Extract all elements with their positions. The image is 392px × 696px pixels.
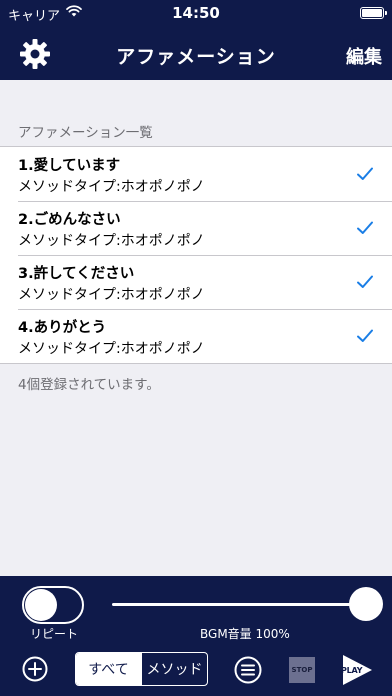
item-method-type: メソッドタイプ:ホオポノポノ bbox=[18, 287, 205, 303]
list-item[interactable]: 4.ありがとう メソッドタイプ:ホオポノポノ bbox=[0, 309, 392, 363]
page-title: アファメーション bbox=[116, 46, 276, 68]
item-title: 4.ありがとう bbox=[18, 320, 107, 336]
segment-method[interactable]: メソッド bbox=[141, 653, 207, 685]
item-method-type: メソッドタイプ:ホオポノポノ bbox=[18, 179, 205, 195]
list-item[interactable]: 1.愛しています メソッドタイプ:ホオポノポノ bbox=[0, 147, 392, 201]
player-bar: リピート BGM音量 100% すべて メソッド STOP PLAY bbox=[0, 576, 392, 696]
list-menu-icon[interactable] bbox=[234, 656, 262, 684]
list-item[interactable]: 2.ごめんなさい メソッドタイプ:ホオポノポノ bbox=[0, 201, 392, 255]
volume-label: BGM音量 100% bbox=[200, 627, 290, 641]
item-title: 3.許してください bbox=[18, 266, 135, 282]
segment-all[interactable]: すべて bbox=[76, 653, 141, 685]
play-button[interactable]: PLAY bbox=[341, 654, 373, 686]
list-item[interactable]: 3.許してください メソッドタイプ:ホオポノポノ bbox=[0, 255, 392, 309]
checkmark-icon bbox=[357, 167, 373, 180]
repeat-toggle[interactable] bbox=[22, 586, 84, 624]
repeat-label: リピート bbox=[30, 627, 79, 641]
item-method-type: メソッドタイプ:ホオポノポノ bbox=[18, 341, 205, 357]
item-title: 2.ごめんなさい bbox=[18, 212, 121, 228]
volume-slider-thumb[interactable] bbox=[349, 587, 383, 621]
add-icon[interactable] bbox=[22, 656, 48, 682]
status-bar: キャリア 14:50 bbox=[0, 0, 392, 28]
play-label: PLAY bbox=[341, 666, 363, 675]
item-method-type: メソッドタイプ:ホオポノポノ bbox=[18, 233, 205, 249]
checkmark-icon bbox=[357, 329, 373, 342]
section-header: アファメーション一覧 bbox=[18, 125, 153, 141]
filter-segmented-control: すべて メソッド bbox=[75, 652, 208, 686]
toggle-knob bbox=[25, 589, 57, 621]
item-count-text: 4個登録されています。 bbox=[18, 377, 160, 393]
affirmation-list: 1.愛しています メソッドタイプ:ホオポノポノ 2.ごめんなさい メソッドタイプ… bbox=[0, 146, 392, 364]
item-title: 1.愛しています bbox=[18, 158, 121, 174]
volume-slider[interactable] bbox=[112, 603, 352, 606]
stop-button[interactable]: STOP bbox=[289, 657, 315, 683]
nav-bar: アファメーション 編集 bbox=[0, 28, 392, 80]
battery-icon bbox=[360, 7, 387, 19]
clock: 14:50 bbox=[172, 4, 220, 22]
checkmark-icon bbox=[357, 275, 373, 288]
edit-button[interactable]: 編集 bbox=[346, 43, 382, 69]
checkmark-icon bbox=[357, 221, 373, 234]
